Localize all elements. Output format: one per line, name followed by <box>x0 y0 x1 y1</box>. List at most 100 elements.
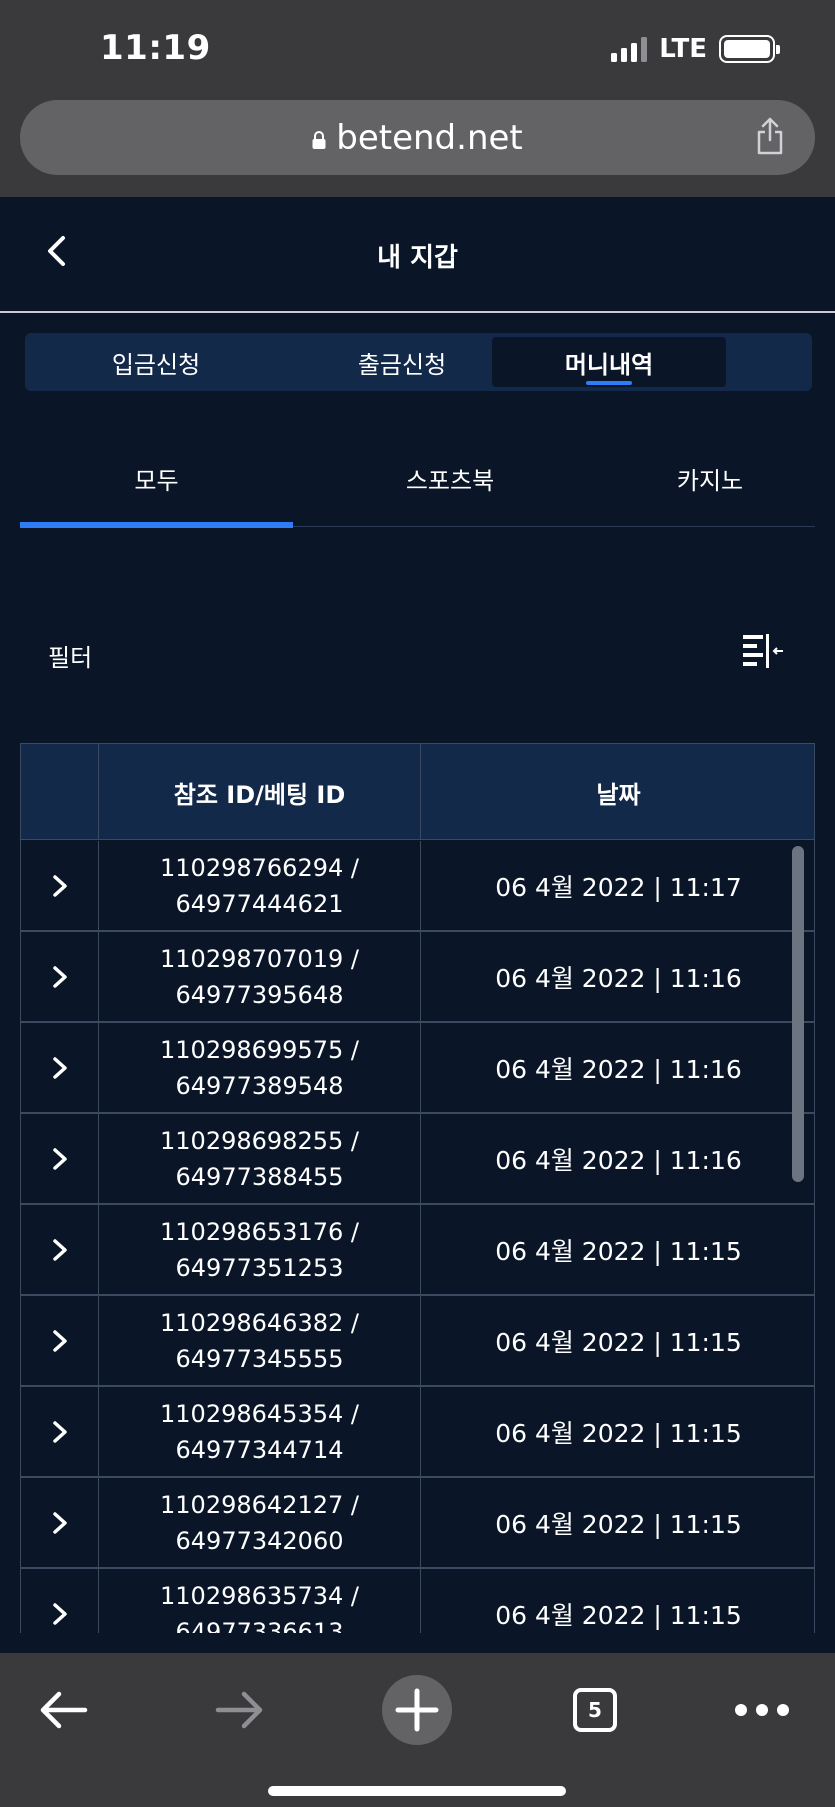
plus-icon <box>382 1675 452 1745</box>
reference-id-cell: 110298653176 / 64977351253 <box>99 1205 421 1294</box>
tab-all[interactable]: 모두 <box>20 430 293 528</box>
expand-row-button[interactable] <box>21 1478 99 1567</box>
chevron-right-icon <box>52 1420 67 1443</box>
reference-id-cell: 110298642127 / 64977342060 <box>99 1478 421 1567</box>
bet-id: 64977344714 <box>175 1435 344 1464</box>
ios-top-bar: 11:19 LTE betend.net <box>0 0 835 197</box>
date-cell: 06 4월 2022 | 11:16 <box>495 1145 742 1175</box>
battery-icon <box>719 35 780 63</box>
tab-deposit[interactable]: 입금신청 <box>25 337 287 387</box>
status-indicators: LTE <box>611 34 780 64</box>
reference-id-cell: 110298707019 / 64977395648 <box>99 932 421 1021</box>
reference-id: 110298653176 / <box>160 1217 359 1246</box>
bet-id: 64977336613 <box>175 1617 344 1634</box>
chevron-right-icon <box>52 1329 67 1352</box>
reference-id-cell: 110298635734 / 64977336613 <box>99 1569 421 1633</box>
bet-id: 64977389548 <box>175 1071 344 1100</box>
table-row[interactable]: 110298645354 / 64977344714 06 4월 2022 | 11… <box>21 1387 814 1478</box>
expand-row-button[interactable] <box>21 841 99 930</box>
lock-icon <box>312 130 326 149</box>
date-cell: 06 4월 2022 | 11:17 <box>495 872 742 902</box>
bet-id: 64977345555 <box>175 1344 344 1373</box>
table-row[interactable]: 110298653176 / 64977351253 06 4월 2022 | 11… <box>21 1205 814 1296</box>
expand-row-button[interactable] <box>21 1114 99 1203</box>
bet-id: 64977388455 <box>175 1162 344 1191</box>
bet-id: 64977395648 <box>175 980 344 1009</box>
more-button[interactable] <box>727 1675 797 1745</box>
date-cell: 06 4월 2022 | 11:15 <box>495 1509 742 1539</box>
arrow-right-icon <box>215 1691 263 1729</box>
tab-sportsbook[interactable]: 스포츠북 <box>310 430 590 527</box>
chevron-right-icon <box>52 1238 67 1261</box>
table-row[interactable]: 110298707019 / 64977395648 06 4월 2022 | 11… <box>21 932 814 1023</box>
network-label: LTE <box>659 34 707 64</box>
signal-icon <box>611 36 648 62</box>
page-title: 내 지갑 <box>377 243 458 273</box>
tab-money-history[interactable]: 머니내역 <box>492 337 726 387</box>
status-time: 11:19 <box>100 28 211 68</box>
chevron-right-icon <box>52 1602 67 1625</box>
expand-row-button[interactable] <box>21 932 99 1021</box>
scrollbar[interactable] <box>792 846 804 1182</box>
bet-id: 64977342060 <box>175 1526 344 1555</box>
table-header: 참조 ID/베팅 ID 날짜 <box>21 743 814 840</box>
wallet-segmented-tabs: 입금신청 출금신청 머니내역 <box>25 333 812 391</box>
share-icon[interactable] <box>755 116 785 156</box>
reference-id: 110298707019 / <box>160 944 359 973</box>
table-row[interactable]: 110298646382 / 64977345555 06 4월 2022 | 11… <box>21 1296 814 1387</box>
bet-id: 64977351253 <box>175 1253 344 1282</box>
bet-id: 64977444621 <box>175 889 344 918</box>
tab-casino[interactable]: 카지노 <box>610 430 810 527</box>
home-indicator <box>268 1786 566 1796</box>
expand-row-button[interactable] <box>21 1023 99 1112</box>
table-row[interactable]: 110298766294 / 64977444621 06 4월 2022 | 11… <box>21 841 814 932</box>
chevron-right-icon <box>52 874 67 897</box>
tabs-count: 5 <box>573 1688 617 1732</box>
table-row[interactable]: 110298698255 / 64977388455 06 4월 2022 | 11… <box>21 1114 814 1205</box>
expand-row-button[interactable] <box>21 1387 99 1476</box>
new-tab-button[interactable] <box>382 1675 452 1745</box>
reference-id-cell: 110298645354 / 64977344714 <box>99 1387 421 1476</box>
browser-back-button[interactable] <box>28 1675 98 1745</box>
browser-toolbar: 5 <box>0 1653 835 1807</box>
reference-id: 110298645354 / <box>160 1399 359 1428</box>
app-header: 내 지갑 <box>0 197 835 313</box>
browser-forward-button[interactable] <box>205 1675 275 1745</box>
reference-id-cell: 110298699575 / 64977389548 <box>99 1023 421 1112</box>
table-row[interactable]: 110298635734 / 64977336613 06 4월 2022 | 11… <box>21 1569 814 1633</box>
table-row[interactable]: 110298642127 / 64977342060 06 4월 2022 | 11… <box>21 1478 814 1569</box>
date-cell: 06 4월 2022 | 11:15 <box>495 1418 742 1448</box>
tab-withdraw[interactable]: 출금신청 <box>287 337 517 387</box>
arrow-left-icon <box>40 1691 88 1729</box>
url-text: betend.net <box>336 117 523 158</box>
url-bar[interactable]: betend.net <box>20 100 815 175</box>
expand-row-button[interactable] <box>21 1205 99 1294</box>
expand-row-button[interactable] <box>21 1296 99 1385</box>
chevron-right-icon <box>52 965 67 988</box>
reference-id: 110298766294 / <box>160 853 359 882</box>
category-tabs: 모두 스포츠북 카지노 <box>20 430 815 528</box>
header-reference-id: 참조 ID/베팅 ID <box>99 744 421 840</box>
filter-label[interactable]: 필터 <box>48 638 92 673</box>
reference-id-cell: 110298698255 / 64977388455 <box>99 1114 421 1203</box>
chevron-right-icon <box>52 1147 67 1170</box>
reference-id: 110298642127 / <box>160 1490 359 1519</box>
reference-id-cell: 110298766294 / 64977444621 <box>99 841 421 930</box>
header-expand <box>21 744 99 840</box>
expand-row-button[interactable] <box>21 1569 99 1633</box>
tabs-button[interactable]: 5 <box>560 1675 630 1745</box>
table-row[interactable]: 110298699575 / 64977389548 06 4월 2022 | 11… <box>21 1023 814 1114</box>
reference-id: 110298699575 / <box>160 1035 359 1064</box>
more-dots-icon <box>735 1704 789 1716</box>
column-filter-icon[interactable] <box>741 632 785 672</box>
date-cell: 06 4월 2022 | 11:15 <box>495 1327 742 1357</box>
date-cell: 06 4월 2022 | 11:16 <box>495 1054 742 1084</box>
money-history-table: 참조 ID/베팅 ID 날짜 110298766294 / 64977444621… <box>20 743 815 1633</box>
chevron-right-icon <box>52 1511 67 1534</box>
chevron-right-icon <box>52 1056 67 1079</box>
date-cell: 06 4월 2022 | 11:15 <box>495 1600 742 1630</box>
reference-id: 110298646382 / <box>160 1308 359 1337</box>
date-cell: 06 4월 2022 | 11:16 <box>495 963 742 993</box>
reference-id: 110298698255 / <box>160 1126 359 1155</box>
date-cell: 06 4월 2022 | 11:15 <box>495 1236 742 1266</box>
